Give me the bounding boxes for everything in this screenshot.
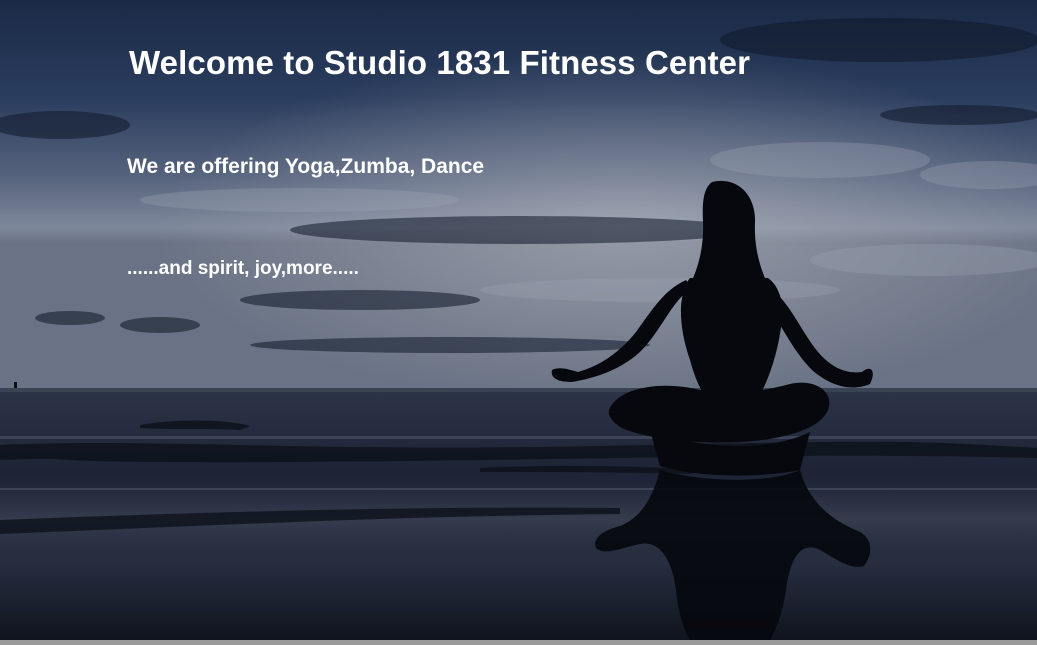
spirit-text: ......and spirit, joy,more..... xyxy=(127,258,359,279)
background-image-meditation-beach xyxy=(0,0,1037,640)
welcome-heading: Welcome to Studio 1831 Fitness Center xyxy=(129,44,751,81)
offering-text: We are offering Yoga,Zumba, Dance xyxy=(127,155,485,178)
hero-banner: Welcome to Studio 1831 Fitness Center We… xyxy=(0,0,1037,640)
page-bottom-edge xyxy=(0,640,1037,645)
